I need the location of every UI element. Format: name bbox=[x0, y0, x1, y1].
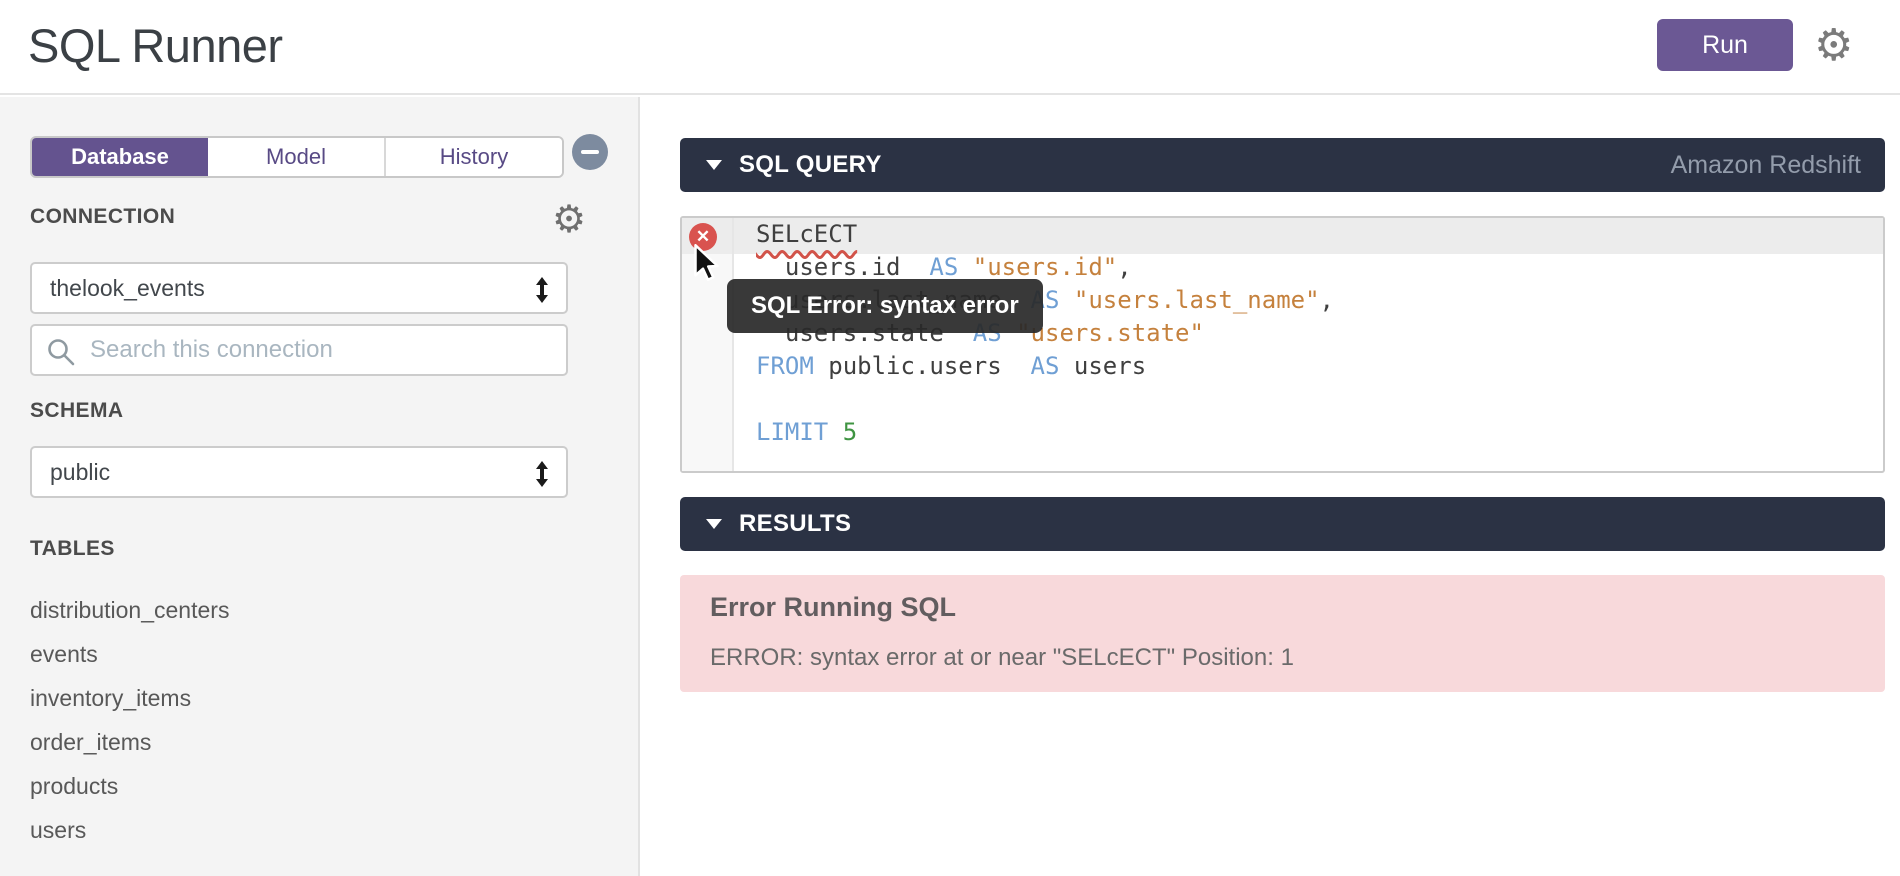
tab-history[interactable]: History bbox=[384, 138, 562, 176]
sidebar-tab-group: Database Model History bbox=[30, 136, 564, 178]
error-panel: Error Running SQL ERROR: syntax error at… bbox=[680, 575, 1885, 692]
sql-query-panel-title: SQL QUERY bbox=[739, 151, 882, 179]
updown-arrow-icon bbox=[534, 461, 550, 487]
table-item-users[interactable]: users bbox=[30, 808, 590, 852]
sql-error-tooltip: SQL Error: syntax error bbox=[727, 279, 1043, 333]
schema-select-value: public bbox=[50, 448, 110, 496]
main-content: SQL QUERY Amazon Redshift ✕ SELcECT user… bbox=[642, 97, 1900, 876]
table-item-inventory-items[interactable]: inventory_items bbox=[30, 676, 590, 720]
schema-heading: SCHEMA bbox=[30, 399, 123, 423]
code-line-6 bbox=[756, 383, 1883, 416]
tab-model[interactable]: Model bbox=[208, 138, 384, 176]
tables-heading: TABLES bbox=[30, 537, 115, 561]
search-input[interactable] bbox=[88, 326, 558, 374]
code-line-5: FROM public.users AS users bbox=[756, 350, 1883, 383]
minus-icon bbox=[581, 150, 599, 154]
sql-error-token: SELcECT bbox=[756, 220, 857, 248]
table-list: distribution_centers events inventory_it… bbox=[30, 588, 590, 852]
run-button[interactable]: Run bbox=[1657, 19, 1793, 71]
updown-arrow-icon bbox=[534, 277, 550, 303]
connection-search bbox=[30, 324, 568, 376]
schema-select[interactable]: public bbox=[30, 446, 568, 498]
connection-select[interactable]: thelook_events bbox=[30, 262, 568, 314]
sql-code: SELcECT users.id AS "users.id", users.la… bbox=[736, 218, 1883, 449]
search-icon bbox=[47, 338, 75, 366]
mouse-cursor bbox=[693, 244, 723, 284]
sidebar: Database Model History CONNECTION ⚙ thel… bbox=[0, 97, 640, 876]
dialect-label: Amazon Redshift bbox=[1671, 151, 1861, 180]
collapse-sidebar-button[interactable] bbox=[572, 134, 608, 170]
error-title: Error Running SQL bbox=[710, 592, 1855, 623]
sql-query-panel-bar[interactable]: SQL QUERY Amazon Redshift bbox=[680, 138, 1885, 192]
sql-editor[interactable]: ✕ SELcECT users.id AS "users.id", users.… bbox=[680, 216, 1885, 473]
connection-select-value: thelook_events bbox=[50, 264, 205, 312]
settings-gear-icon[interactable]: ⚙ bbox=[1814, 16, 1853, 76]
collapse-triangle-icon bbox=[706, 160, 722, 170]
app-header: SQL Runner Run ⚙ bbox=[0, 0, 1900, 95]
connection-heading: CONNECTION bbox=[30, 205, 175, 229]
table-item-events[interactable]: events bbox=[30, 632, 590, 676]
error-message: ERROR: syntax error at or near "SELcECT"… bbox=[710, 644, 1855, 672]
tab-database[interactable]: Database bbox=[32, 138, 208, 176]
table-item-products[interactable]: products bbox=[30, 764, 590, 808]
page-title: SQL Runner bbox=[28, 18, 283, 73]
code-line-7: LIMIT 5 bbox=[756, 416, 1883, 449]
collapse-triangle-icon bbox=[706, 519, 722, 529]
table-item-distribution-centers[interactable]: distribution_centers bbox=[30, 588, 590, 632]
results-panel-bar[interactable]: RESULTS bbox=[680, 497, 1885, 551]
connection-gear-icon[interactable]: ⚙ bbox=[552, 197, 586, 242]
results-panel-title: RESULTS bbox=[739, 510, 851, 538]
table-item-order-items[interactable]: order_items bbox=[30, 720, 590, 764]
code-line-1: SELcECT bbox=[756, 218, 1883, 251]
